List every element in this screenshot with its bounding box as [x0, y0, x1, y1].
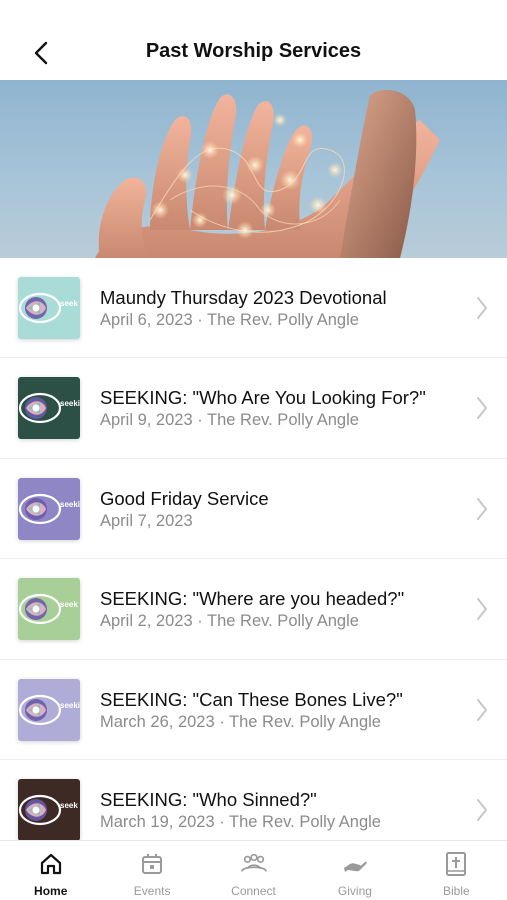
giving-hand-icon	[341, 850, 369, 878]
chevron-right-icon	[475, 496, 489, 522]
service-list-item[interactable]: seeki SEEKING: "Can These Bones Live?" Mar…	[0, 660, 507, 760]
tab-giving[interactable]: Giving	[304, 841, 405, 900]
tab-home[interactable]: Home	[0, 841, 101, 900]
thumbnail-label: seek	[60, 600, 78, 610]
service-title: Maundy Thursday 2023 Devotional	[100, 287, 387, 308]
service-subtitle: April 9, 2023 · The Rev. Polly Angle	[100, 411, 359, 430]
service-thumbnail: seeki	[18, 678, 80, 741]
service-subtitle: March 19, 2023 · The Rev. Polly Angle	[100, 812, 381, 831]
tab-label: Events	[133, 884, 171, 898]
service-list-item[interactable]: seek SEEKING: "Who Sinned?" March 19, 2023…	[0, 760, 507, 840]
service-title: SEEKING: "Can These Bones Live?"	[100, 688, 403, 710]
tab-events[interactable]: Events	[101, 841, 202, 900]
tab-bar: Home Events Connect Giving Bible	[0, 840, 507, 900]
thumbnail-label: seeki	[60, 700, 80, 710]
chevron-right-icon	[475, 295, 489, 321]
chevron-right-icon	[475, 797, 489, 823]
tab-label: Bible	[442, 884, 470, 898]
tab-bible[interactable]: Bible	[406, 841, 507, 900]
bible-icon	[442, 850, 470, 878]
calendar-icon	[138, 850, 166, 878]
service-subtitle: April 6, 2023 · The Rev. Polly Angle	[100, 311, 359, 329]
service-title: SEEKING: "Where are you headed?"	[100, 588, 405, 610]
page-title: Past Worship Services	[145, 40, 362, 62]
thumbnail-label: seek	[60, 800, 78, 810]
tab-label: Giving	[337, 884, 372, 898]
service-thumbnail: seek	[18, 578, 80, 641]
tab-connect[interactable]: Connect	[203, 841, 304, 900]
home-icon	[37, 850, 65, 878]
service-list-item[interactable]: seeki SEEKING: "Who Are You Looking For?"…	[0, 358, 507, 459]
chevron-right-icon	[475, 596, 489, 622]
people-icon	[240, 850, 268, 878]
chevron-right-icon	[475, 395, 489, 421]
service-thumbnail: seeki	[18, 377, 80, 440]
header: Past Worship Services	[0, 0, 507, 80]
tab-label: Home	[34, 884, 68, 898]
thumbnail-label: seeki	[60, 399, 80, 409]
hero-image	[0, 80, 507, 258]
service-subtitle: March 26, 2023 · The Rev. Polly Angle	[100, 712, 381, 731]
service-list-item[interactable]: seek Maundy Thursday 2023 Devotional April…	[0, 258, 507, 359]
service-thumbnail: seek	[18, 277, 80, 339]
thumbnail-label: seek	[60, 299, 78, 308]
thumbnail-label: seeki	[60, 499, 80, 509]
service-subtitle: April 2, 2023 · The Rev. Polly Angle	[100, 612, 359, 631]
tab-label: Connect	[231, 884, 276, 898]
service-thumbnail: seeki	[18, 477, 80, 540]
service-subtitle: April 7, 2023	[100, 511, 193, 530]
hands-with-lights-illustration	[95, 90, 440, 258]
service-list-item[interactable]: seeki Good Friday Service April 7, 2023	[0, 459, 507, 560]
service-title: SEEKING: "Who Are You Looking For?"	[100, 387, 426, 409]
services-list: seek Maundy Thursday 2023 Devotional April…	[0, 258, 507, 840]
service-title: SEEKING: "Who Sinned?"	[100, 788, 317, 810]
service-list-item[interactable]: seek SEEKING: "Where are you headed?" Apri…	[0, 559, 507, 660]
service-thumbnail: seek	[18, 778, 80, 840]
service-title: Good Friday Service	[100, 487, 269, 509]
chevron-right-icon	[475, 697, 489, 723]
